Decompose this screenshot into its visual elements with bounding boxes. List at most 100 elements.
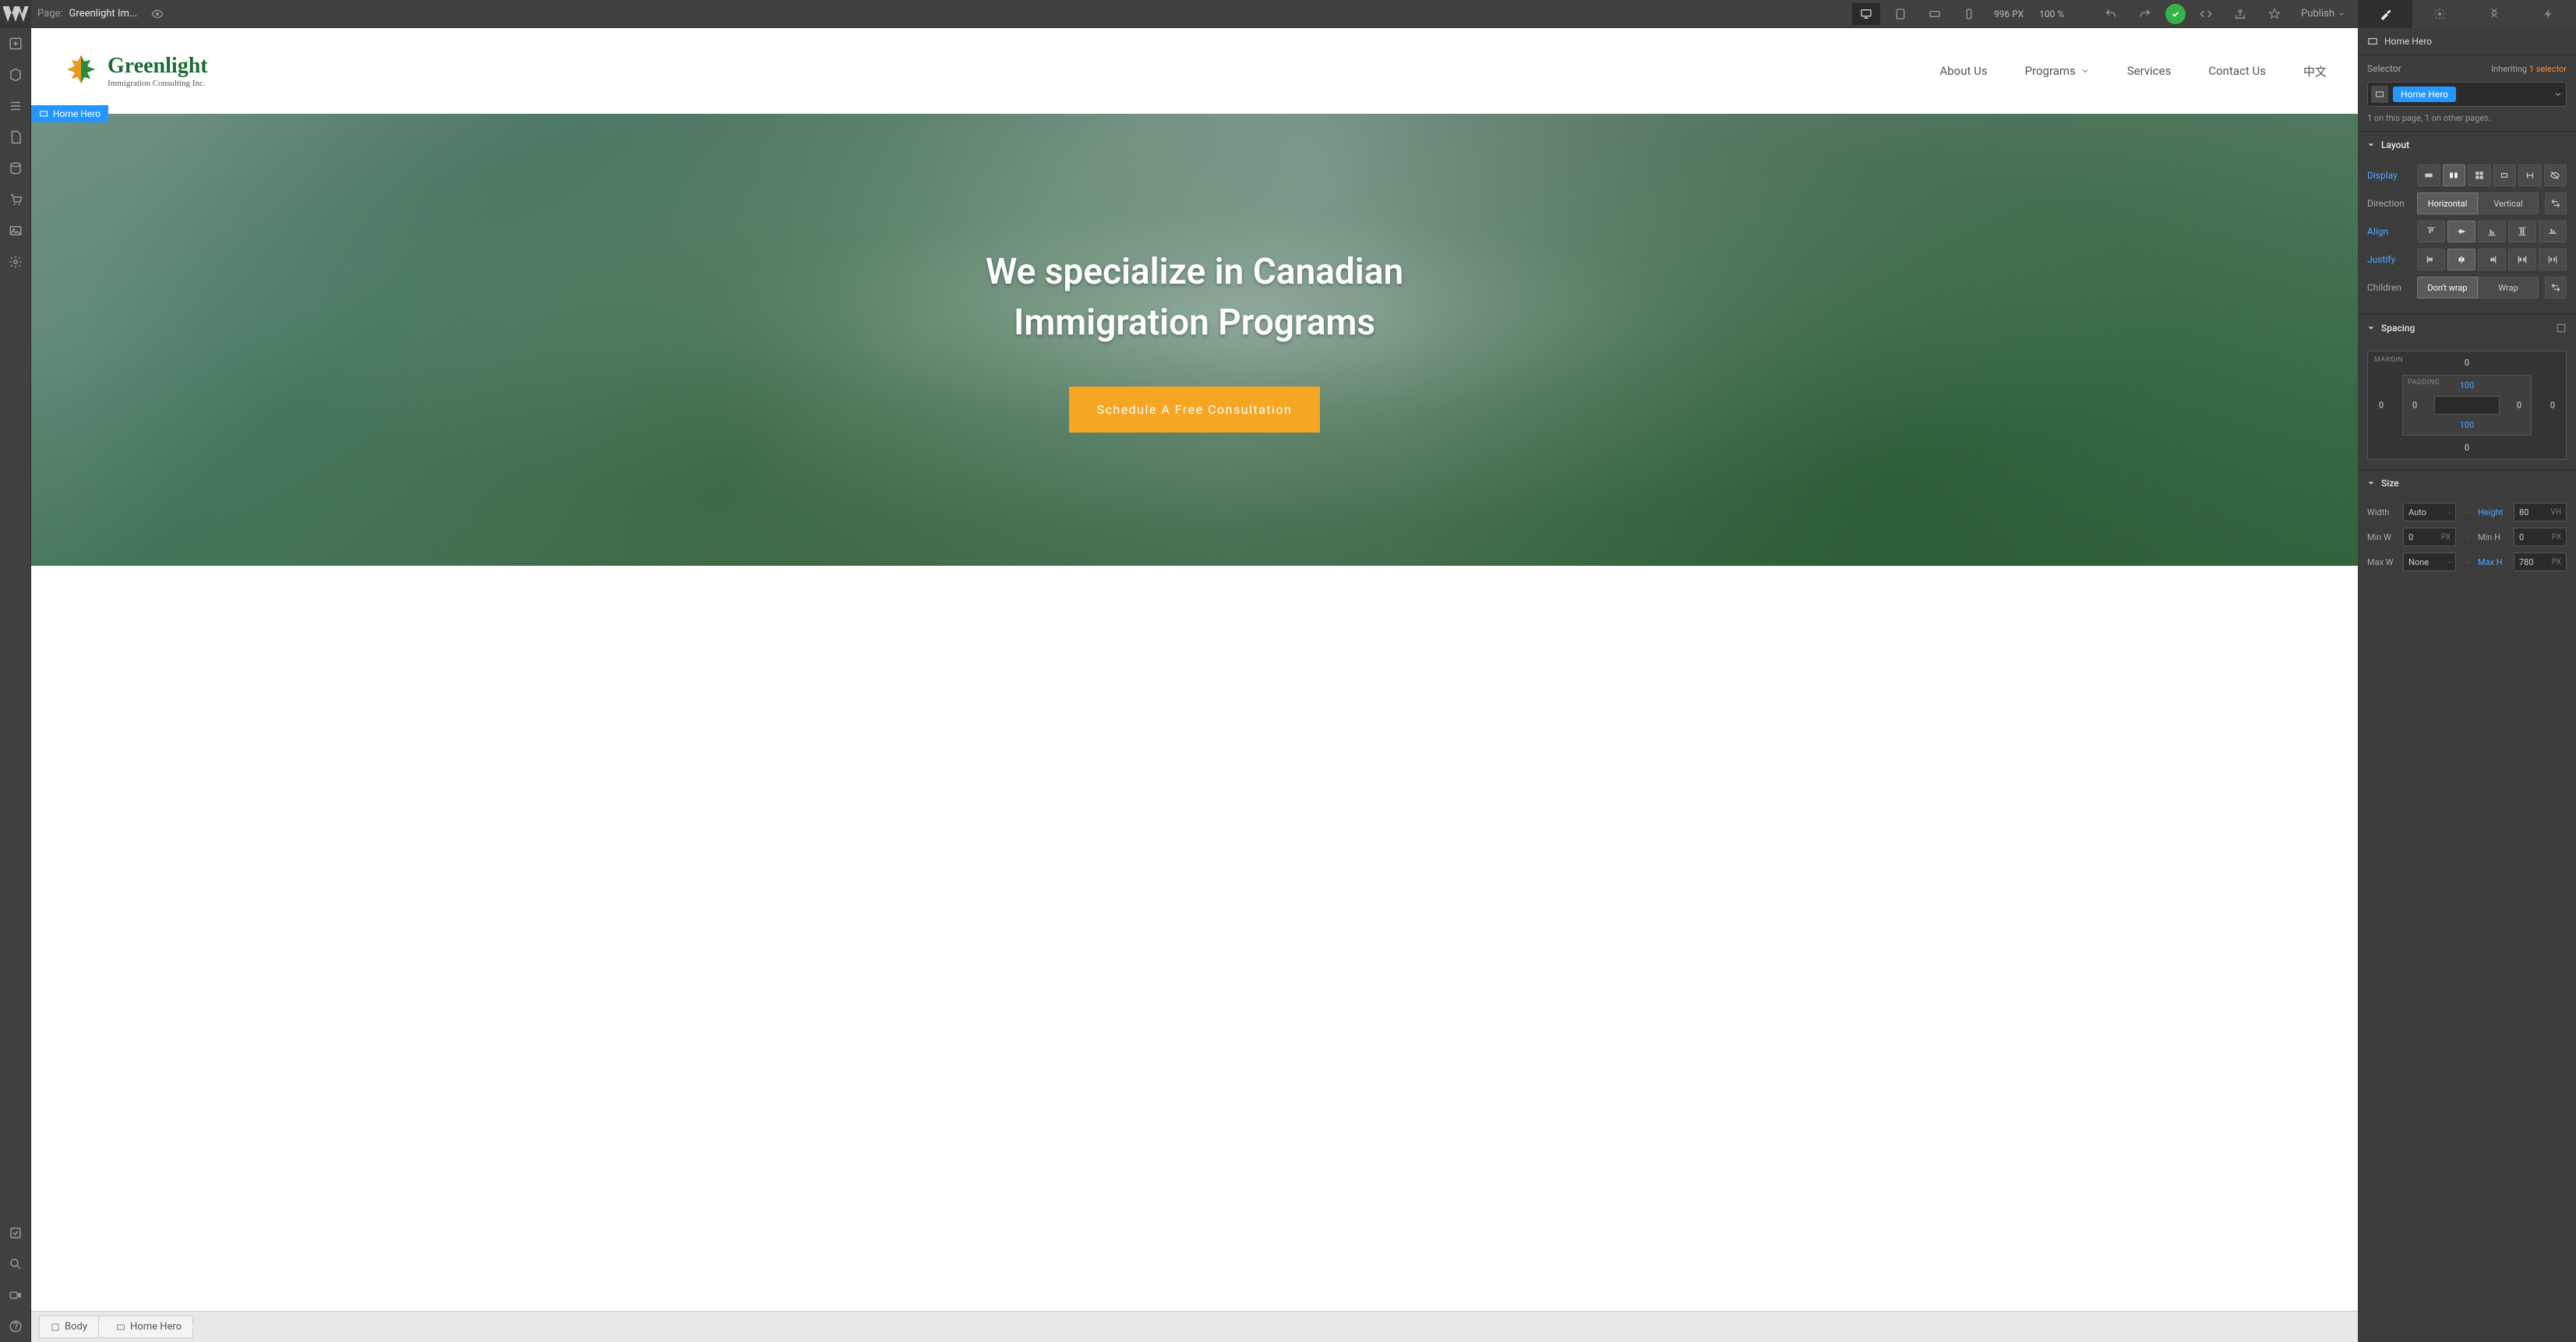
align-center[interactable] — [2447, 221, 2475, 242]
layout-section-header[interactable]: Layout — [2358, 132, 2576, 158]
chevron-down-icon[interactable] — [2553, 90, 2563, 99]
audit-button[interactable] — [0, 1217, 31, 1248]
children-reverse[interactable] — [2545, 277, 2567, 298]
nav-services[interactable]: Services — [2127, 64, 2172, 78]
spacing-section-header[interactable]: Spacing — [2358, 315, 2576, 341]
nav-programs[interactable]: Programs — [2025, 64, 2090, 78]
help-button[interactable] — [0, 1311, 31, 1342]
cms-button[interactable] — [0, 153, 31, 184]
nav-about[interactable]: About Us — [1939, 64, 1987, 78]
margin-bottom[interactable]: 0 — [2465, 443, 2469, 453]
expand-icon[interactable] — [2556, 323, 2567, 334]
display-block[interactable] — [2417, 164, 2440, 186]
desktop-breakpoint[interactable] — [1852, 3, 1880, 25]
justify-between[interactable] — [2508, 249, 2536, 270]
min-w-input[interactable]: 0PX — [2403, 528, 2456, 546]
align-baseline[interactable] — [2539, 221, 2567, 242]
ecommerce-button[interactable] — [0, 184, 31, 215]
align-stretch[interactable] — [2508, 221, 2536, 242]
add-element-button[interactable] — [0, 28, 31, 59]
canvas[interactable]: Greenlight Immigration Consulting Inc. A… — [31, 28, 2358, 1342]
interactions-tab[interactable] — [2521, 0, 2576, 28]
padding-left[interactable]: 0 — [2412, 401, 2417, 411]
nav-contact[interactable]: Contact Us — [2208, 64, 2266, 78]
preview-toggle[interactable] — [143, 3, 171, 25]
height-label: Height — [2478, 507, 2509, 517]
viewport-width[interactable]: 996 PX — [1989, 9, 2028, 19]
margin-top[interactable]: 0 — [2465, 358, 2469, 368]
size-section-header[interactable]: Size — [2358, 470, 2576, 496]
webflow-logo[interactable] — [0, 0, 31, 28]
direction-reverse[interactable] — [2545, 192, 2567, 214]
chevron-down-icon — [2080, 66, 2090, 76]
hero-title[interactable]: We specialize in Canadian Immigration Pr… — [986, 247, 1403, 348]
search-button[interactable] — [0, 1248, 31, 1280]
height-input[interactable]: 80VH — [2514, 503, 2567, 521]
site-logo[interactable]: Greenlight Immigration Consulting Inc. — [62, 52, 208, 90]
states-icon[interactable] — [2371, 86, 2388, 103]
align-start[interactable] — [2417, 221, 2445, 242]
display-grid[interactable] — [2468, 164, 2491, 186]
min-h-input[interactable]: 0PX — [2514, 528, 2567, 546]
min-h-label: Min H — [2478, 532, 2509, 542]
navigator-button[interactable] — [0, 90, 31, 122]
width-input[interactable]: Auto‑ — [2403, 503, 2456, 521]
direction-horizontal[interactable]: Horizontal — [2417, 192, 2478, 214]
max-h-input[interactable]: 780PX — [2514, 553, 2567, 571]
margin-right[interactable]: 0 — [2550, 401, 2555, 411]
padding-right[interactable]: 0 — [2517, 401, 2521, 411]
selector-inheriting[interactable]: Inheriting 1 selector — [2491, 64, 2567, 74]
caret-down-icon — [2367, 141, 2375, 149]
padding-top[interactable]: 100 — [2460, 380, 2475, 390]
children-wrap[interactable]: Wrap — [2478, 277, 2539, 298]
site-header[interactable]: Greenlight Immigration Consulting Inc. A… — [31, 28, 2358, 114]
audit-top-button[interactable] — [2260, 3, 2288, 25]
video-button[interactable] — [0, 1280, 31, 1311]
padding-bottom[interactable]: 100 — [2460, 420, 2475, 430]
crumb-home-hero[interactable]: Home Hero — [98, 1316, 193, 1338]
display-flex[interactable] — [2443, 164, 2466, 186]
nav-chinese[interactable]: 中文 — [2303, 63, 2327, 79]
display-inline-block[interactable] — [2493, 164, 2517, 186]
mobile-landscape-breakpoint[interactable] — [1921, 3, 1949, 25]
publish-button[interactable]: Publish — [2295, 8, 2352, 19]
min-w-label: Min W — [2367, 532, 2398, 542]
justify-end[interactable] — [2478, 249, 2506, 270]
mobile-portrait-breakpoint[interactable] — [1955, 3, 1983, 25]
home-hero-section[interactable]: Home Hero We specialize in Canadian Immi… — [31, 114, 2358, 566]
undo-button[interactable] — [2097, 3, 2125, 25]
style-tab[interactable] — [2358, 0, 2412, 28]
section-icon — [39, 109, 48, 118]
selector-chip[interactable]: Home Hero — [2393, 87, 2456, 102]
settings-button[interactable] — [0, 246, 31, 277]
symbols-button[interactable] — [0, 59, 31, 90]
pages-button[interactable] — [0, 122, 31, 153]
style-manager-tab[interactable] — [2467, 0, 2521, 28]
direction-vertical[interactable]: Vertical — [2478, 192, 2539, 214]
selection-tag[interactable]: Home Hero — [31, 105, 108, 122]
export-button[interactable] — [2226, 3, 2254, 25]
crumb-body[interactable]: Body — [39, 1316, 99, 1338]
align-end[interactable] — [2478, 221, 2506, 242]
status-ok-icon[interactable] — [2165, 4, 2186, 24]
site-nav: About Us Programs Services Contact Us 中文 — [1939, 63, 2327, 79]
max-w-input[interactable]: None‑ — [2403, 553, 2456, 571]
redo-button[interactable] — [2131, 3, 2159, 25]
caret-down-icon — [2367, 324, 2375, 332]
hero-cta-button[interactable]: Schedule A Free Consultation — [1069, 387, 1321, 433]
tablet-breakpoint[interactable] — [1886, 3, 1914, 25]
assets-button[interactable] — [0, 215, 31, 246]
display-none[interactable] — [2544, 164, 2567, 186]
children-nowrap[interactable]: Don't wrap — [2417, 277, 2478, 298]
settings-tab[interactable] — [2412, 0, 2467, 28]
logo-subtitle: Immigration Consulting Inc. — [108, 79, 208, 88]
zoom-level[interactable]: 100 % — [2034, 9, 2069, 19]
margin-left[interactable]: 0 — [2379, 401, 2384, 411]
selector-input[interactable]: Home Hero — [2367, 82, 2567, 107]
justify-around[interactable] — [2539, 249, 2567, 270]
page-name[interactable]: Greenlight Im... — [69, 8, 138, 19]
display-inline[interactable] — [2518, 164, 2542, 186]
justify-start[interactable] — [2417, 249, 2445, 270]
code-button[interactable] — [2192, 3, 2220, 25]
justify-center[interactable] — [2447, 249, 2475, 270]
